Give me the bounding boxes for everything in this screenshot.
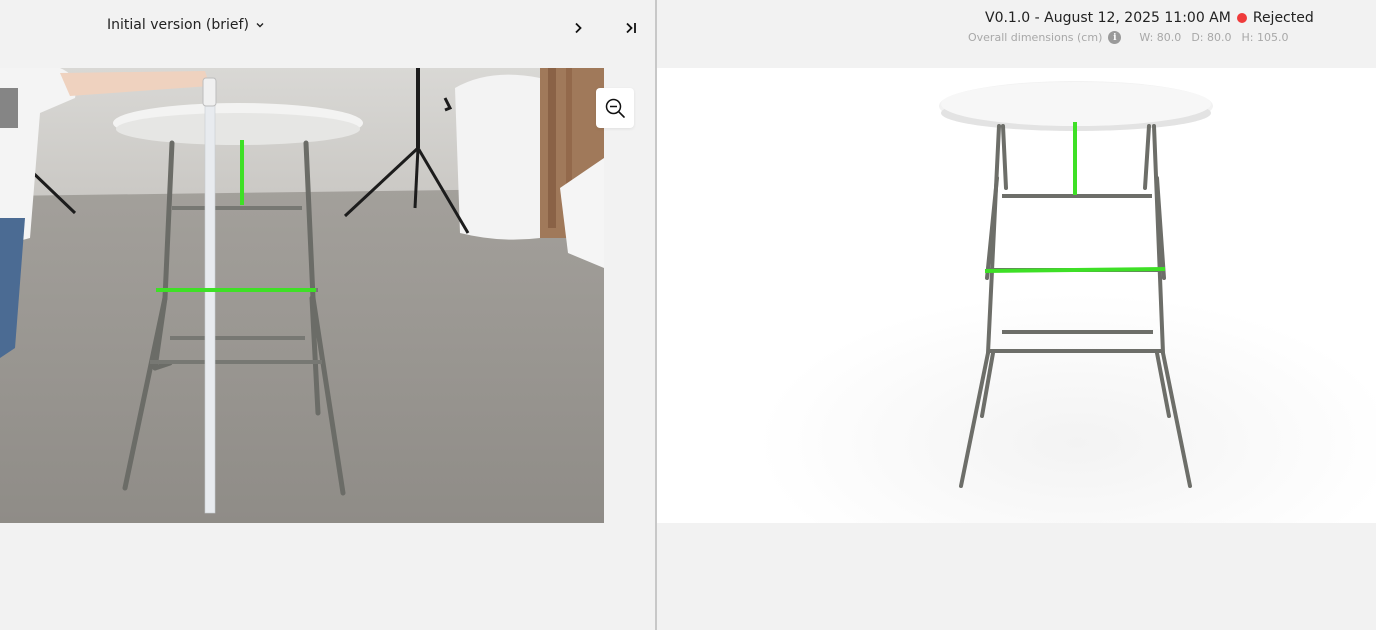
version-header: V0.1.0 - August 12, 2025 11:00 AM Reject…	[985, 10, 1314, 26]
zoom-out-button[interactable]	[596, 88, 634, 128]
version-label: V0.1.0 - August 12, 2025 11:00 AM	[985, 10, 1231, 26]
dimension-height: H: 105.0	[1241, 31, 1289, 44]
last-version-button[interactable]	[619, 16, 643, 40]
version-dropdown-label: Initial version (brief)	[107, 17, 249, 33]
zoom-out-icon	[605, 98, 625, 118]
reference-photo[interactable]	[0, 68, 604, 523]
reference-photo-image	[0, 68, 604, 523]
render-image[interactable]	[657, 68, 1376, 523]
chevron-down-icon	[256, 23, 264, 28]
dimension-width: W: 80.0	[1139, 31, 1182, 44]
info-icon[interactable]: i	[1108, 31, 1122, 44]
comparison-viewer: Initial version (brief) V0.1.0 - August …	[0, 0, 1376, 630]
status-text: Rejected	[1252, 10, 1314, 26]
status-dot	[1236, 13, 1247, 23]
dimension-depth: D: 80.0	[1191, 31, 1232, 44]
dimensions-label: Overall dimensions (cm)	[968, 31, 1103, 44]
next-version-button[interactable]	[566, 16, 590, 40]
reference-panel: Initial version (brief)	[0, 0, 655, 630]
dimensions-row: Overall dimensions (cm) i W: 80.0 D: 80.…	[968, 31, 1298, 44]
version-dropdown[interactable]: Initial version (brief)	[107, 17, 265, 33]
render-table-image	[757, 81, 1376, 523]
skip-to-end-icon	[626, 22, 636, 34]
render-panel: V0.1.0 - August 12, 2025 11:00 AM Reject…	[657, 0, 1376, 630]
chevron-right-icon	[575, 22, 582, 34]
